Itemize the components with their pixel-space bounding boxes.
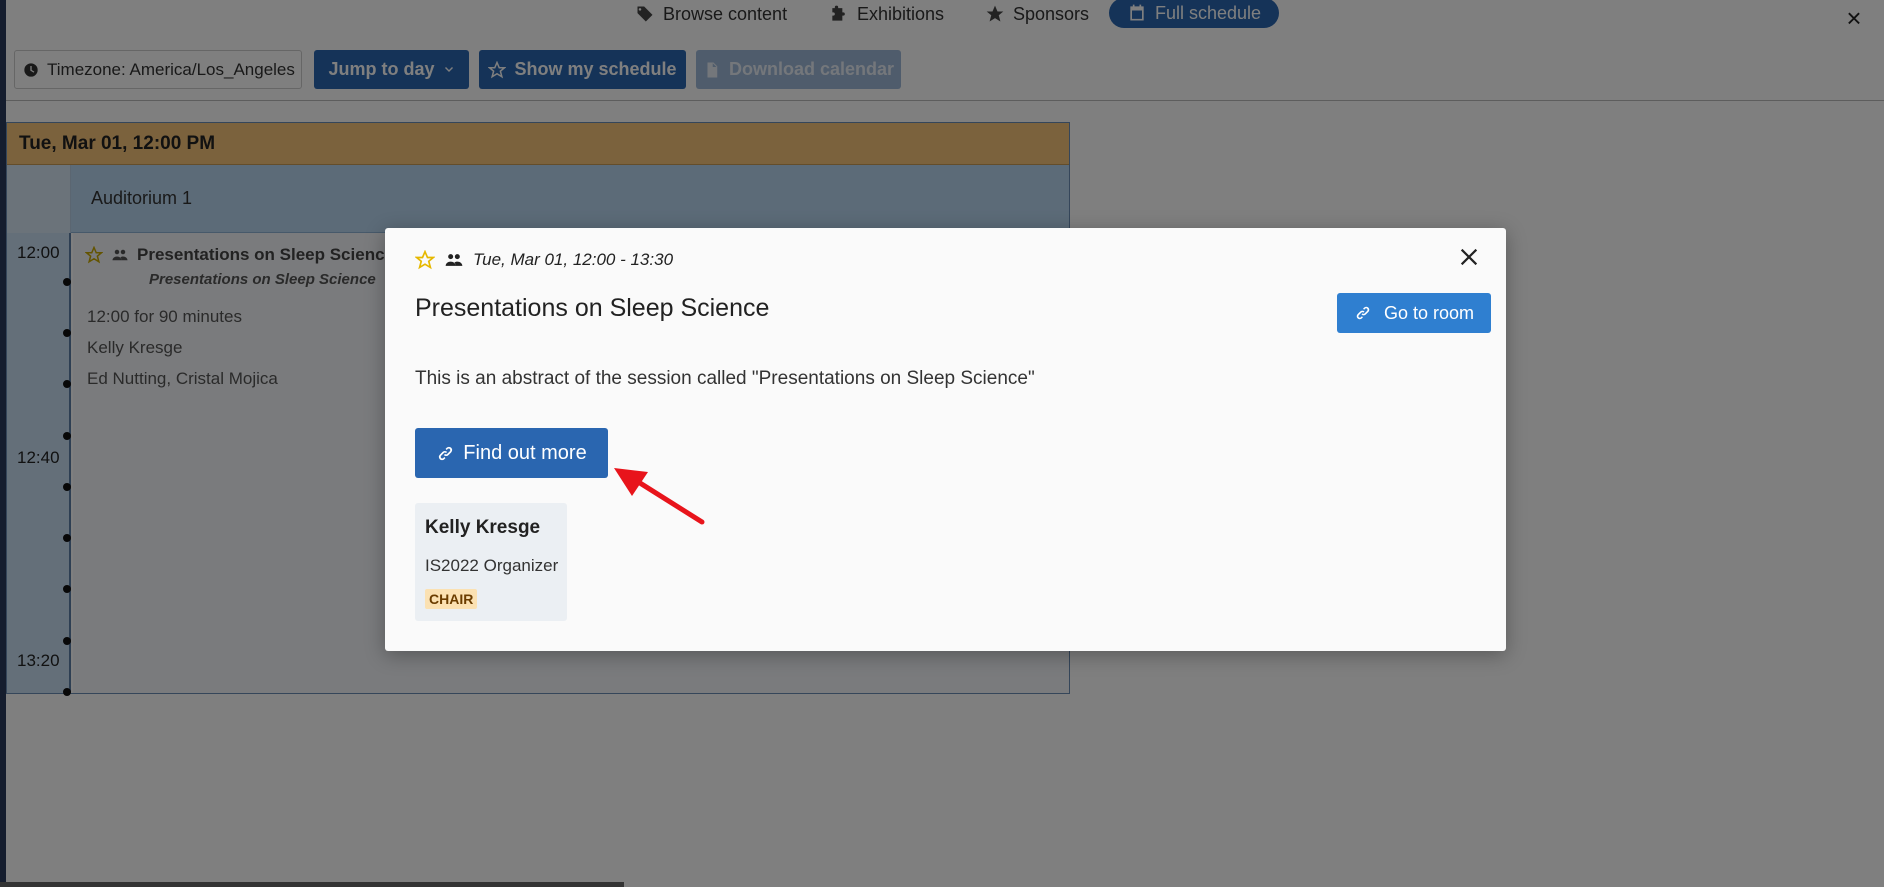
modal-close-button[interactable] [1458,246,1482,270]
close-icon [1460,248,1478,266]
person-card[interactable]: Kelly Kresge IS2022 Organizer CHAIR [415,503,567,621]
find-out-more-label: Find out more [463,441,587,464]
person-role: IS2022 Organizer [425,556,559,575]
session-abstract: This is an abstract of the session calle… [415,368,1035,389]
horizontal-scrollbar[interactable] [0,882,624,887]
modal-meta: Tue, Mar 01, 12:00 - 13:30 [415,250,673,270]
modal-title: Presentations on Sleep Science [415,294,770,322]
link-icon [439,446,453,460]
annotation-arrow-icon [614,468,705,525]
users-icon [445,254,463,266]
session-modal: Tue, Mar 01, 12:00 - 13:30 Presentations… [385,228,1506,651]
star-outline-icon[interactable] [415,250,435,270]
person-name: Kelly Kresge [425,517,541,538]
find-out-more-button[interactable]: Find out more [415,428,608,478]
chair-badge: CHAIR [425,589,478,609]
go-to-room-label: Go to room [1383,302,1475,323]
link-icon [1356,306,1370,320]
modal-datetime: Tue, Mar 01, 12:00 - 13:30 [473,250,674,269]
go-to-room-button[interactable]: Go to room [1337,293,1491,333]
